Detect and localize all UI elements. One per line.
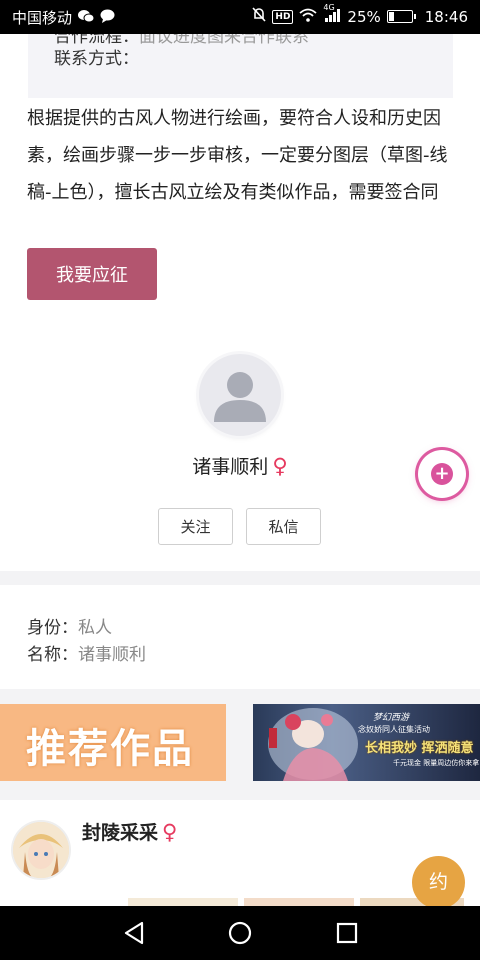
name-label: 名称： bbox=[27, 645, 78, 665]
message-button[interactable]: 私信 bbox=[246, 508, 321, 545]
identity-card: 身份：私人 名称：诸事顺利 bbox=[0, 585, 480, 689]
book-button[interactable]: 约 bbox=[412, 856, 465, 906]
battery-icon bbox=[386, 10, 416, 23]
event-subtitle: 念奴娇同人征集活动 bbox=[358, 725, 430, 734]
job-description: 根据提供的古风人物进行绘画，要符合人设和历史因素，绘画步骤一步一步审核，一定要分… bbox=[27, 108, 448, 203]
content-scroll[interactable]: 合作流程：面议进度图来合作联系 联系方式： 根据提供的古风人物进行绘画，要符合人… bbox=[0, 34, 480, 906]
avatar-illustration bbox=[13, 822, 69, 878]
role-row: 身份：私人 bbox=[27, 613, 112, 638]
message-bubble-icon bbox=[100, 9, 115, 27]
wifi-icon bbox=[299, 8, 318, 26]
info-box: 合作流程：面议进度图来合作联系 联系方式： bbox=[28, 34, 453, 98]
status-right: HD 4G 25% 18:46 bbox=[252, 3, 468, 26]
default-avatar-icon bbox=[214, 372, 266, 422]
work-thumbnail[interactable] bbox=[244, 898, 354, 906]
avatar[interactable] bbox=[199, 354, 281, 436]
name-value: 诸事顺利 bbox=[78, 645, 146, 665]
event-main-text: 长相我妙 挥洒随意 bbox=[365, 741, 474, 756]
battery-percent: 25% bbox=[347, 7, 381, 26]
name-row: 名称：诸事顺利 bbox=[27, 640, 146, 665]
navigation-bar bbox=[0, 906, 480, 960]
publisher-name-row: 诸事顺利 ♀ bbox=[0, 452, 480, 479]
role-value: 私人 bbox=[78, 618, 112, 638]
plus-icon: + bbox=[431, 463, 453, 485]
home-icon[interactable] bbox=[226, 919, 254, 947]
floating-add-button[interactable]: + bbox=[418, 450, 466, 498]
job-detail-card: 合作流程：面议进度图来合作联系 联系方式： 根据提供的古风人物进行绘画，要符合人… bbox=[0, 34, 480, 571]
female-icon: ♀ bbox=[162, 820, 178, 844]
mute-icon bbox=[252, 7, 266, 26]
event-banner[interactable]: 梦幻西游 念奴娇同人征集活动 长相我妙 挥洒随意 千元现金 限量周边仿你来拿 bbox=[253, 704, 480, 781]
signal-icon: 4G bbox=[323, 3, 341, 26]
apply-button[interactable]: 我要应征 bbox=[27, 248, 157, 300]
role-label: 身份： bbox=[27, 618, 78, 638]
recommend-banner-text: 推荐作品 bbox=[26, 726, 194, 772]
hd-badge: HD bbox=[272, 9, 294, 24]
event-tag: 千元现金 限量周边仿你来拿 bbox=[393, 759, 480, 767]
event-logo: 梦幻西游 bbox=[373, 713, 410, 723]
process-value: 面议进度图来合作联系 bbox=[139, 34, 309, 47]
recents-icon[interactable] bbox=[333, 919, 361, 947]
status-bar: 中国移动 HD 4G 25% 18:46 bbox=[0, 0, 480, 34]
female-icon: ♀ bbox=[272, 454, 288, 478]
wechat-icon bbox=[78, 9, 95, 27]
recommended-user-card: 封陵采采 ♀ bbox=[0, 800, 480, 906]
follow-button[interactable]: 关注 bbox=[158, 508, 233, 545]
recommended-user-name: 封陵采采 bbox=[82, 822, 159, 844]
clock: 18:46 bbox=[424, 7, 468, 26]
carrier-label: 中国移动 bbox=[12, 9, 73, 27]
recommended-user-name-row: 封陵采采 ♀ bbox=[82, 818, 177, 845]
work-thumbnail[interactable] bbox=[128, 898, 238, 906]
recommended-user-avatar[interactable] bbox=[13, 822, 69, 878]
status-left: 中国移动 bbox=[12, 7, 115, 28]
contact-label: 联系方式： bbox=[54, 49, 139, 69]
recommend-banner[interactable]: 推荐作品 bbox=[0, 704, 226, 781]
back-icon[interactable] bbox=[120, 919, 148, 947]
network-type: 4G bbox=[323, 2, 335, 12]
publisher-name: 诸事顺利 bbox=[192, 456, 269, 478]
